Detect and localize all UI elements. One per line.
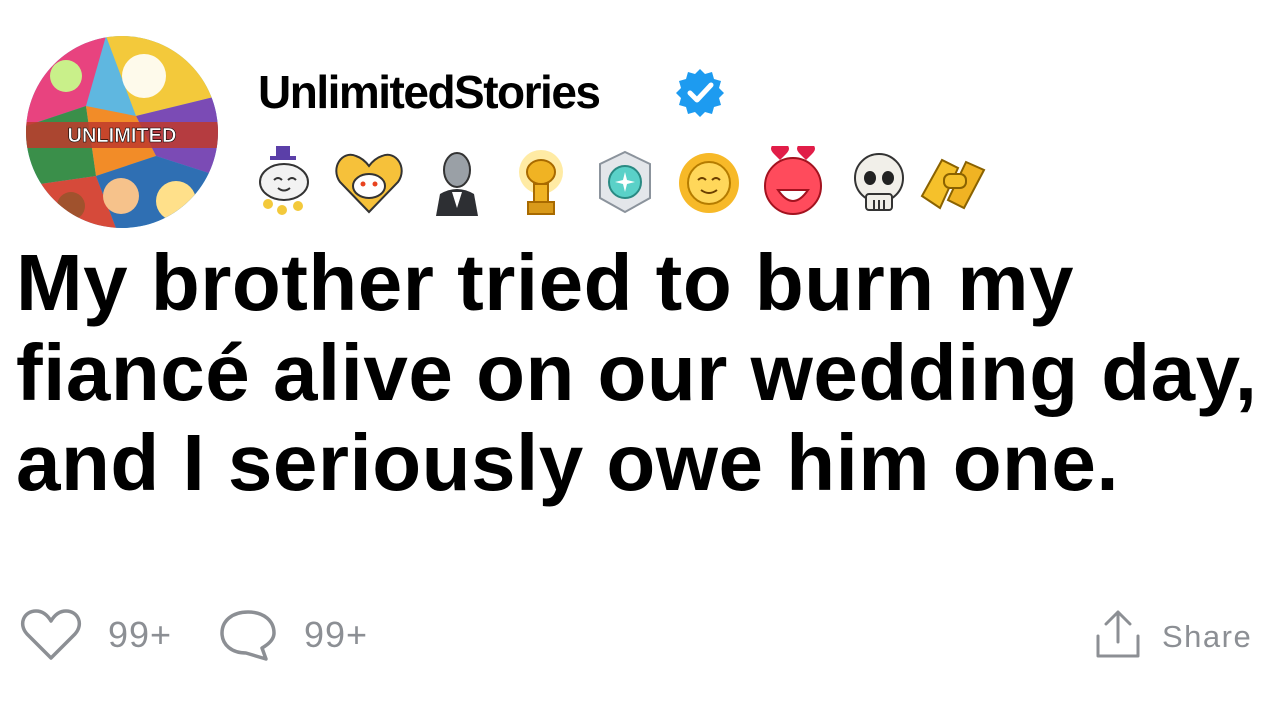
sunny-award-icon[interactable] bbox=[674, 146, 744, 220]
username[interactable]: UnlimitedStories bbox=[258, 64, 601, 120]
platinum-award-icon[interactable] bbox=[590, 146, 660, 220]
skull-award-icon[interactable] bbox=[844, 146, 914, 220]
heart-icon bbox=[20, 609, 82, 660]
avatar[interactable]: UNLIMITED bbox=[26, 36, 218, 228]
share-icon bbox=[1096, 610, 1140, 658]
handshake-award-icon[interactable] bbox=[918, 146, 988, 220]
comment-icon bbox=[220, 610, 276, 661]
verified-badge-icon bbox=[674, 66, 726, 118]
hearteyes-award-icon[interactable] bbox=[758, 146, 828, 220]
helpful-award-icon[interactable] bbox=[422, 146, 492, 220]
like-count: 99+ bbox=[108, 614, 173, 655]
share-button[interactable]: Share bbox=[1094, 608, 1264, 662]
heartwarming-award-icon[interactable] bbox=[334, 146, 404, 220]
gold-award-icon[interactable] bbox=[506, 146, 576, 220]
like-button[interactable]: 99+ bbox=[20, 608, 190, 662]
comment-count: 99+ bbox=[304, 614, 369, 655]
post-title: My brother tried to burn my fiancé alive… bbox=[16, 238, 1258, 507]
avatar-label: UNLIMITED bbox=[68, 125, 177, 147]
wholesome-award-icon[interactable] bbox=[250, 146, 320, 220]
share-label: Share bbox=[1162, 619, 1253, 654]
comment-button[interactable]: 99+ bbox=[218, 608, 388, 662]
